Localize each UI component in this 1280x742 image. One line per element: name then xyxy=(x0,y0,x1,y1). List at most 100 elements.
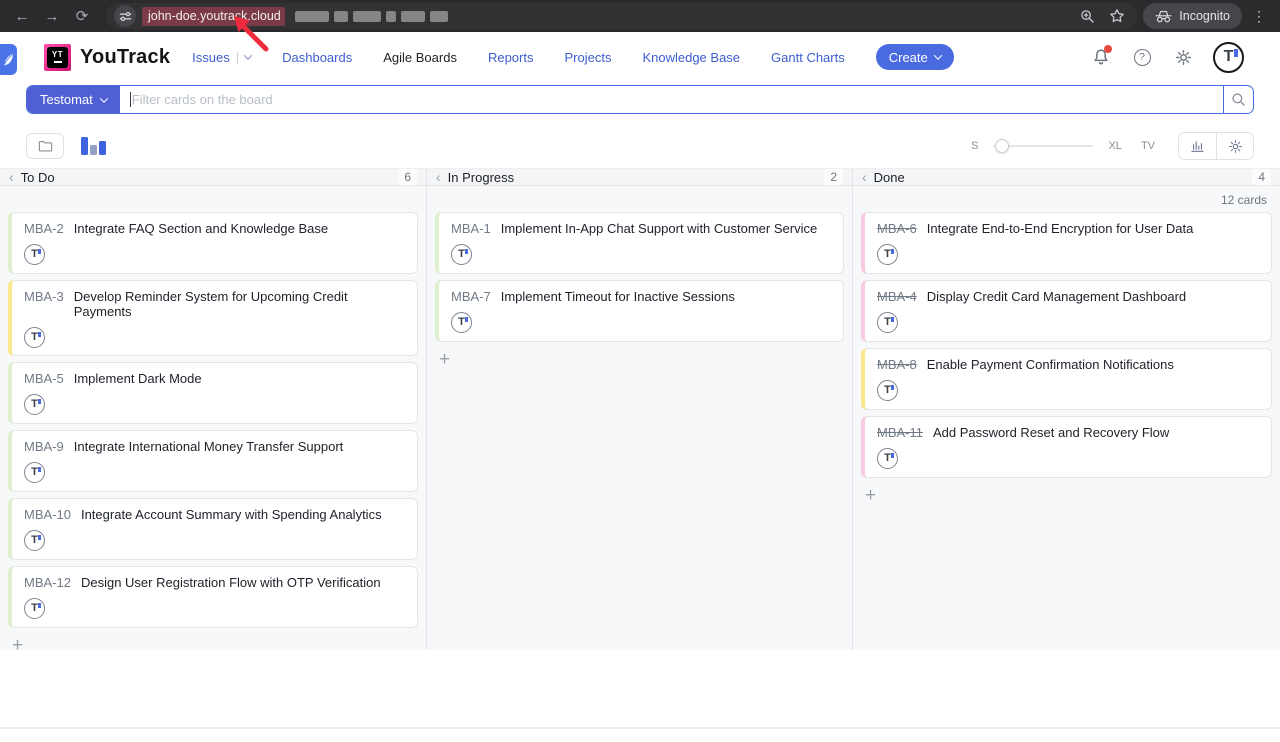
issue-title[interactable]: Integrate International Money Transfer S… xyxy=(74,439,344,454)
issue-title[interactable]: Implement Timeout for Inactive Sessions xyxy=(501,289,735,304)
issue-id[interactable]: MBA-12 xyxy=(24,575,71,590)
issue-title[interactable]: Design User Registration Flow with OTP V… xyxy=(81,575,381,590)
assignee-avatar[interactable]: T xyxy=(24,394,45,415)
add-card-button[interactable]: + xyxy=(435,348,454,371)
testomat-logo-icon: T xyxy=(31,332,38,343)
card[interactable]: MBA-10 Integrate Account Summary with Spe… xyxy=(8,498,418,560)
column-in-progress: MBA-1 Implement In-App Chat Support with … xyxy=(427,186,853,657)
collapse-column-icon[interactable]: ‹ xyxy=(9,169,14,185)
card[interactable]: MBA-5 Implement Dark Mode T xyxy=(8,362,418,424)
chart-view-toggle[interactable] xyxy=(81,137,106,155)
nav-gantt-charts[interactable]: Gantt Charts xyxy=(771,50,845,65)
board-chart-button[interactable] xyxy=(1179,133,1216,159)
issue-title[interactable]: Add Password Reset and Recovery Flow xyxy=(933,425,1169,440)
add-card-button[interactable]: + xyxy=(861,484,880,507)
extension-side-tab[interactable] xyxy=(0,44,17,75)
site-settings-icon[interactable] xyxy=(114,5,136,27)
issue-id[interactable]: MBA-7 xyxy=(451,289,491,304)
slider-knob[interactable] xyxy=(995,139,1009,153)
issues-dropdown-chevron-icon[interactable] xyxy=(244,51,252,59)
assignee-avatar[interactable]: T xyxy=(24,244,45,265)
assignee-avatar[interactable]: T xyxy=(24,327,45,348)
assignee-avatar[interactable]: T xyxy=(451,312,472,333)
issue-id[interactable]: MBA-3 xyxy=(24,289,64,304)
card[interactable]: MBA-6 Integrate End-to-End Encryption for… xyxy=(861,212,1272,274)
assignee-avatar[interactable]: T xyxy=(877,312,898,333)
assignee-avatar[interactable]: T xyxy=(24,598,45,619)
issue-id[interactable]: MBA-1 xyxy=(451,221,491,236)
page-zoom-icon[interactable] xyxy=(1080,9,1095,24)
user-avatar[interactable]: T xyxy=(1213,42,1244,73)
assignee-avatar[interactable]: T xyxy=(24,462,45,483)
issue-id[interactable]: MBA-2 xyxy=(24,221,64,236)
nav-dashboards[interactable]: Dashboards xyxy=(282,50,352,65)
card[interactable]: MBA-1 Implement In-App Chat Support with … xyxy=(435,212,844,274)
collapse-column-icon[interactable]: ‹ xyxy=(862,169,867,185)
logo-letters: YT xyxy=(52,51,63,59)
issue-title[interactable]: Enable Payment Confirmation Notification… xyxy=(927,357,1174,372)
assignee-avatar[interactable]: T xyxy=(24,530,45,551)
assignee-avatar[interactable]: T xyxy=(877,380,898,401)
issue-title[interactable]: Integrate Account Summary with Spending … xyxy=(81,507,382,522)
page-bottom-divider xyxy=(0,727,1280,729)
settings-gear-icon[interactable] xyxy=(1172,46,1194,68)
issue-id[interactable]: MBA-6 xyxy=(877,221,917,236)
page-bottom-area xyxy=(0,650,1280,742)
column-title: In Progress xyxy=(448,170,514,185)
testomat-logo-icon: T xyxy=(31,249,38,260)
card-size-slider[interactable] xyxy=(993,139,1093,153)
url-text[interactable]: john-doe.youtrack.cloud xyxy=(142,7,285,26)
board-settings-button[interactable] xyxy=(1216,133,1253,159)
nav-projects[interactable]: Projects xyxy=(564,50,611,65)
issue-title[interactable]: Implement Dark Mode xyxy=(74,371,202,386)
card[interactable]: MBA-8 Enable Payment Confirmation Notific… xyxy=(861,348,1272,410)
collapse-column-icon[interactable]: ‹ xyxy=(436,169,441,185)
issue-title[interactable]: Display Credit Card Management Dashboard xyxy=(927,289,1186,304)
card[interactable]: MBA-7 Implement Timeout for Inactive Sess… xyxy=(435,280,844,342)
issue-id[interactable]: MBA-9 xyxy=(24,439,64,454)
browser-menu-button[interactable]: ⋮ xyxy=(1248,8,1270,25)
browser-forward-button[interactable]: → xyxy=(40,4,64,28)
issue-id[interactable]: MBA-4 xyxy=(877,289,917,304)
issue-title[interactable]: Implement In-App Chat Support with Custo… xyxy=(501,221,817,236)
board-selector-button[interactable]: Testomat xyxy=(27,86,120,113)
assignee-avatar[interactable]: T xyxy=(877,448,898,469)
issue-id[interactable]: MBA-10 xyxy=(24,507,71,522)
card[interactable]: MBA-11 Add Password Reset and Recovery Fl… xyxy=(861,416,1272,478)
assignee-avatar[interactable]: T xyxy=(451,244,472,265)
nav-knowledge-base[interactable]: Knowledge Base xyxy=(642,50,740,65)
text-caret xyxy=(130,92,131,107)
issue-title[interactable]: Integrate End-to-End Encryption for User… xyxy=(927,221,1194,236)
nav-reports[interactable]: Reports xyxy=(488,50,534,65)
nav-issues[interactable]: Issues | xyxy=(192,50,251,65)
create-button[interactable]: Create xyxy=(876,44,954,70)
youtrack-logo-icon[interactable]: YT xyxy=(44,44,71,71)
browser-back-button[interactable]: ← xyxy=(10,4,34,28)
issue-title[interactable]: Integrate FAQ Section and Knowledge Base xyxy=(74,221,328,236)
browser-reload-button[interactable]: ⟳ xyxy=(70,4,94,28)
folder-icon xyxy=(38,139,53,153)
card[interactable]: MBA-3 Develop Reminder System for Upcomin… xyxy=(8,280,418,356)
card[interactable]: MBA-12 Design User Registration Flow with… xyxy=(8,566,418,628)
issue-id[interactable]: MBA-11 xyxy=(877,425,923,440)
bookmark-star-icon[interactable] xyxy=(1109,8,1125,24)
issue-id[interactable]: MBA-8 xyxy=(877,357,917,372)
search-button[interactable] xyxy=(1223,86,1253,113)
issue-title[interactable]: Develop Reminder System for Upcoming Cre… xyxy=(74,289,407,319)
notifications-bell-icon[interactable] xyxy=(1090,46,1112,68)
assignee-avatar[interactable]: T xyxy=(877,244,898,265)
browser-toolbar: ← → ⟳ john-doe.youtrack.cloud xyxy=(0,0,1280,32)
column-title: Done xyxy=(874,170,905,185)
main-navigation: Issues | Dashboards Agile Boards Reports… xyxy=(192,44,954,70)
nav-agile-boards[interactable]: Agile Boards xyxy=(383,50,457,65)
backlog-folder-button[interactable] xyxy=(26,133,64,159)
testomat-logo-icon: T xyxy=(31,535,38,546)
card[interactable]: MBA-2 Integrate FAQ Section and Knowledge… xyxy=(8,212,418,274)
card[interactable]: MBA-4 Display Credit Card Management Dash… xyxy=(861,280,1272,342)
filter-cards-input[interactable] xyxy=(132,92,1213,107)
card[interactable]: MBA-9 Integrate International Money Trans… xyxy=(8,430,418,492)
issue-id[interactable]: MBA-5 xyxy=(24,371,64,386)
address-bar[interactable]: john-doe.youtrack.cloud xyxy=(106,3,1137,29)
help-icon[interactable]: ? xyxy=(1131,46,1153,68)
tv-mode-button[interactable]: TV xyxy=(1141,140,1155,152)
